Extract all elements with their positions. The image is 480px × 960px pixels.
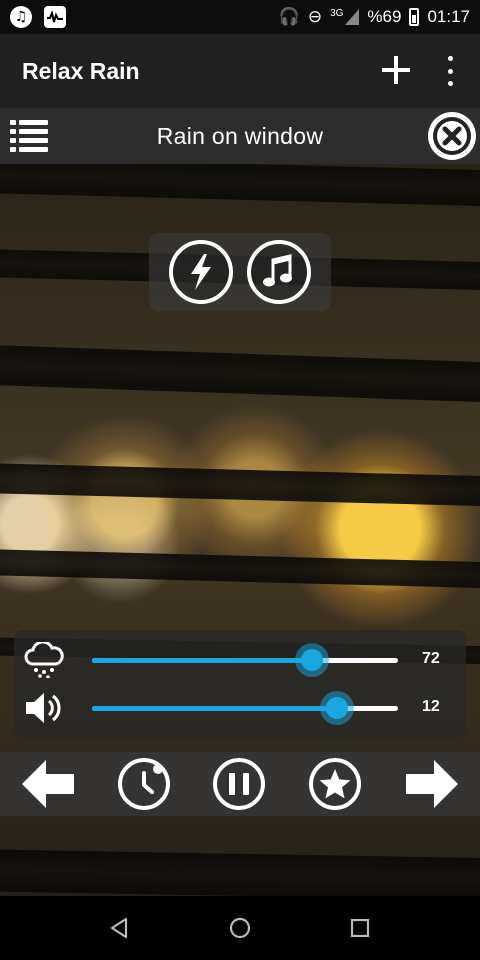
slider-panel: 72 12	[14, 630, 466, 738]
app-title: Relax Rain	[22, 57, 140, 84]
sound-list-icon[interactable]	[10, 118, 48, 152]
app-bar: Relax Rain	[0, 34, 480, 108]
playback-controls	[0, 752, 480, 816]
nav-home-icon[interactable]	[228, 916, 254, 942]
volume-value: 12	[422, 698, 440, 715]
battery-percent: %69	[367, 7, 402, 26]
network-type: 3G	[330, 7, 344, 19]
star-icon[interactable]	[309, 758, 361, 810]
lightning-icon[interactable]	[169, 240, 233, 304]
nav-recents-icon[interactable]	[348, 916, 374, 942]
signal-icon	[345, 9, 360, 25]
back-arrow-icon[interactable]	[22, 758, 76, 810]
rain-intensity-row: 72	[14, 636, 466, 684]
effects-panel	[149, 233, 331, 311]
headphones-icon: 🎧	[278, 7, 300, 27]
battery-icon	[409, 8, 420, 26]
nav-back-icon[interactable]	[108, 916, 134, 942]
clock: 01:17	[427, 7, 470, 26]
activity-notification-icon	[44, 6, 66, 28]
close-icon[interactable]	[428, 112, 476, 160]
pause-icon[interactable]	[213, 758, 265, 810]
music-icon[interactable]	[247, 240, 311, 304]
rain-intensity-slider[interactable]	[92, 643, 398, 677]
navigation-bar	[0, 896, 480, 960]
sound-bar: Rain on window	[0, 108, 480, 164]
forward-arrow-icon[interactable]	[404, 758, 458, 810]
app-screen: ♫ 🎧 ⊖ 3G %69 01:17 Relax Rain Rain on wi…	[0, 0, 480, 960]
music-notification-icon: ♫	[10, 6, 32, 28]
volume-slider-thumb[interactable]	[319, 691, 354, 725]
rain-cloud-icon	[22, 640, 66, 680]
do-not-disturb-icon: ⊖	[307, 7, 323, 27]
more-options-icon[interactable]	[444, 56, 456, 86]
rain-intensity-value: 72	[422, 650, 440, 667]
volume-slider[interactable]	[92, 691, 398, 725]
volume-row: 12	[14, 684, 466, 732]
rain-slider-thumb[interactable]	[295, 643, 330, 677]
speaker-icon	[22, 688, 66, 728]
status-bar: ♫ 🎧 ⊖ 3G %69 01:17	[0, 0, 480, 34]
timer-icon[interactable]	[118, 758, 170, 810]
add-icon[interactable]	[378, 52, 414, 88]
sound-title: Rain on window	[156, 122, 324, 149]
